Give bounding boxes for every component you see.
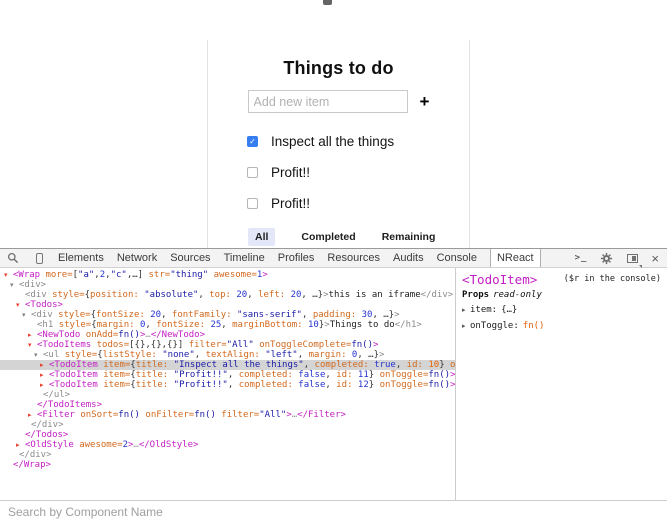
- collapse-arrow-icon[interactable]: ▾: [34, 350, 43, 360]
- console-drawer-icon[interactable]: >_: [575, 253, 588, 263]
- todo-label: Inspect all the things: [271, 134, 394, 149]
- todo-item: Profit!!: [208, 157, 469, 188]
- tree-row[interactable]: ▾<Todos>: [0, 300, 455, 310]
- tree-row[interactable]: </Wrap>: [0, 460, 455, 470]
- search-icon[interactable]: [6, 251, 20, 265]
- prop-row[interactable]: ▸onToggle: fn(): [462, 320, 661, 332]
- add-item-input[interactable]: [248, 90, 408, 113]
- component-tree: ▾<Wrap more=["a",2,"c",…] str="thing" aw…: [0, 268, 455, 500]
- todo-item: Profit!!: [208, 188, 469, 219]
- devtools-window-controls: >_ ×: [575, 251, 661, 265]
- expand-arrow-icon[interactable]: ▸: [40, 360, 49, 370]
- todo-item: ✓ Inspect all the things: [208, 126, 469, 157]
- tree-row[interactable]: ▸<Filter onSort=fn() onFilter=fn() filte…: [0, 410, 455, 420]
- tree-row[interactable]: </div>: [0, 420, 455, 430]
- expand-arrow-icon[interactable]: ▸: [40, 370, 49, 380]
- collapse-arrow-icon[interactable]: ▾: [10, 280, 19, 290]
- expand-arrow-icon[interactable]: ▸: [462, 320, 470, 332]
- tree-row[interactable]: </Todos>: [0, 430, 455, 440]
- tree-row[interactable]: ▾<ul style={listStyle: "none", textAlign…: [0, 350, 455, 360]
- add-item-row: +: [208, 90, 469, 113]
- todo-checkbox[interactable]: [247, 167, 258, 178]
- tab-resources[interactable]: Resources: [327, 249, 380, 267]
- tab-nreact[interactable]: NReact: [490, 249, 541, 267]
- tree-row-selected[interactable]: ▸<TodoItem item={title: "Inspect all the…: [0, 360, 455, 370]
- tab-audits[interactable]: Audits: [393, 249, 424, 267]
- filter-bar: All Completed Remaining: [208, 228, 469, 246]
- tab-network[interactable]: Network: [117, 249, 157, 267]
- tab-sources[interactable]: Sources: [170, 249, 210, 267]
- props-list: ▸item: {…} ▸onToggle: fn(): [462, 304, 661, 332]
- todo-label: Profit!!: [271, 196, 310, 211]
- todo-label: Profit!!: [271, 165, 310, 180]
- app-title: Things to do: [208, 58, 469, 79]
- tree-row[interactable]: ▾<div style={fontSize: 20, fontFamily: "…: [0, 310, 455, 320]
- tree-row[interactable]: ▾<Wrap more=["a",2,"c",…] str="thing" aw…: [0, 270, 455, 280]
- filter-remaining[interactable]: Remaining: [382, 228, 436, 246]
- collapse-arrow-icon[interactable]: ▾: [4, 270, 13, 280]
- devtools-toolbar: Elements Network Sources Timeline Profiles Re…: [0, 249, 667, 268]
- tree-row[interactable]: ▸<TodoItem item={title: "Profit!!", comp…: [0, 370, 455, 380]
- component-search-input[interactable]: [0, 505, 667, 519]
- tree-row[interactable]: </TodoItems>: [0, 400, 455, 410]
- dock-window-icon[interactable]: [625, 251, 639, 265]
- props-header: <TodoItem> ($r in the console): [462, 272, 661, 287]
- tree-row[interactable]: ▾<TodoItems todos=[{},{},{}] filter="All…: [0, 340, 455, 350]
- expand-arrow-icon[interactable]: ▸: [28, 330, 37, 340]
- tree-row[interactable]: <h1 style={margin: 0, fontSize: 25, marg…: [0, 320, 455, 330]
- expand-arrow-icon[interactable]: ▸: [462, 304, 470, 316]
- props-section-label: Propsread-only: [462, 290, 661, 300]
- prop-row[interactable]: ▸item: {…}: [462, 304, 661, 316]
- prop-value: {…}: [501, 305, 517, 315]
- tree-row[interactable]: ▸<NewTodo onAdd=fn()>…</NewTodo>: [0, 330, 455, 340]
- filter-completed[interactable]: Completed: [301, 228, 355, 246]
- tree-row[interactable]: ▸<OldStyle awesome=2>…</OldStyle>: [0, 440, 455, 450]
- tab-timeline[interactable]: Timeline: [224, 249, 265, 267]
- todo-checkbox-checked[interactable]: ✓: [247, 136, 258, 147]
- tab-console[interactable]: Console: [437, 249, 477, 267]
- device-mode-icon[interactable]: [32, 251, 46, 265]
- tree-row[interactable]: ▸<TodoItem item={title: "Profit!!", comp…: [0, 380, 455, 390]
- tree-row[interactable]: ▾<div>: [0, 280, 455, 290]
- devtools-tabs: Elements Network Sources Timeline Profiles Re…: [58, 249, 541, 267]
- tab-profiles[interactable]: Profiles: [278, 249, 315, 267]
- tree-row[interactable]: </ul>: [0, 390, 455, 400]
- tree-row[interactable]: </div>: [0, 450, 455, 460]
- collapse-arrow-icon[interactable]: ▾: [16, 300, 25, 310]
- settings-gear-icon[interactable]: [599, 251, 613, 265]
- expand-arrow-icon[interactable]: ▸: [40, 380, 49, 390]
- page-top-artifact: [323, 0, 332, 5]
- filter-all[interactable]: All: [248, 228, 275, 246]
- devtools-panel: Elements Network Sources Timeline Profiles Re…: [0, 248, 667, 523]
- add-item-button[interactable]: +: [420, 93, 430, 110]
- todo-list: ✓ Inspect all the things Profit!! Profit!!: [208, 126, 469, 219]
- collapse-arrow-icon[interactable]: ▾: [22, 310, 31, 320]
- collapse-arrow-icon[interactable]: ▾: [28, 340, 37, 350]
- selected-component-name: <TodoItem>: [462, 272, 537, 287]
- tab-elements[interactable]: Elements: [58, 249, 104, 267]
- component-search-bar: [0, 500, 667, 523]
- todo-app-iframe: Things to do + ✓ Inspect all the things Pr…: [207, 40, 470, 248]
- console-variable-hint: ($r in the console): [564, 274, 661, 284]
- expand-arrow-icon[interactable]: ▸: [28, 410, 37, 420]
- prop-name: onToggle:: [470, 321, 519, 331]
- tree-row[interactable]: <div style={position: "absolute", top: 2…: [0, 290, 455, 300]
- props-panel: <TodoItem> ($r in the console) Propsread…: [455, 268, 667, 500]
- prop-value: fn(): [523, 321, 545, 331]
- todo-checkbox[interactable]: [247, 198, 258, 209]
- close-icon[interactable]: ×: [651, 252, 659, 265]
- expand-arrow-icon[interactable]: ▸: [16, 440, 25, 450]
- prop-name: item:: [470, 305, 497, 315]
